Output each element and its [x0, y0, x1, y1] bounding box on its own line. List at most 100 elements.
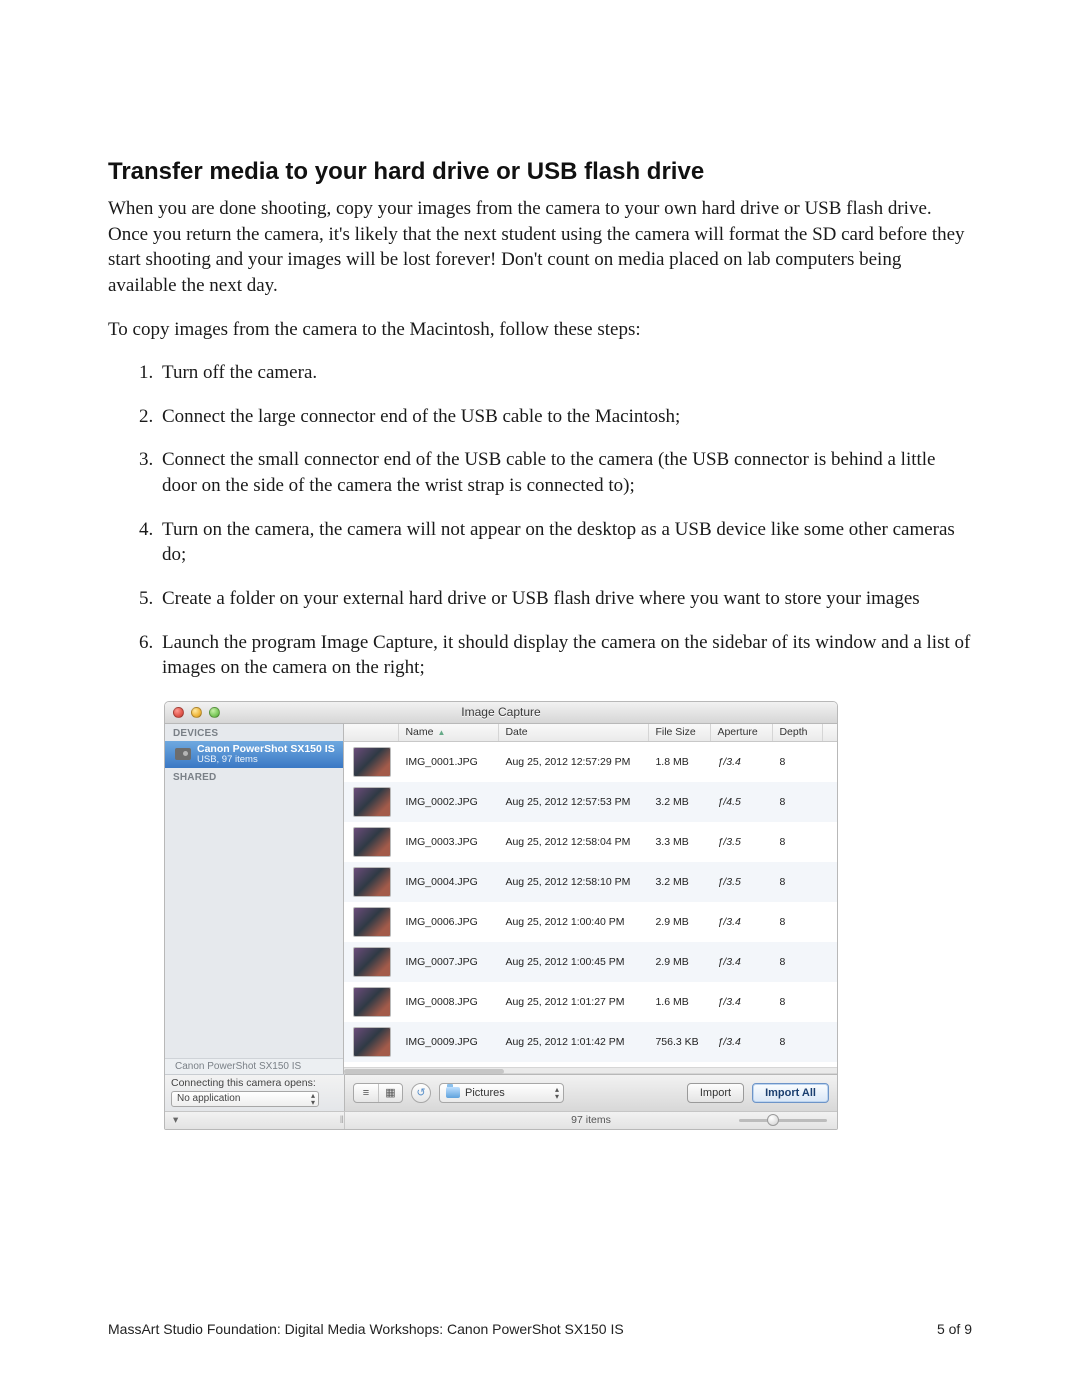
sort-asc-icon: ▲ — [437, 728, 445, 737]
cell-name: IMG_0006.JPG — [399, 916, 499, 928]
step-item: Create a folder on your external hard dr… — [158, 586, 972, 612]
connect-opens-label: Connecting this camera opens: — [171, 1077, 338, 1089]
cell-name: IMG_0002.JPG — [399, 796, 499, 808]
cell-date: Aug 25, 2012 1:01:27 PM — [499, 996, 649, 1008]
destination-select[interactable]: Pictures ▴▾ — [439, 1083, 564, 1103]
cell-aperture: ƒ/4.5 — [711, 796, 773, 808]
cell-size: 3.2 MB — [649, 796, 711, 808]
cell-date: Aug 25, 2012 12:57:29 PM — [499, 756, 649, 768]
table-row[interactable]: IMG_0004.JPGAug 25, 2012 12:58:10 PM3.2 … — [344, 862, 837, 902]
table-row[interactable]: IMG_0001.JPGAug 25, 2012 12:57:29 PM1.8 … — [344, 742, 837, 782]
cell-depth: 8 — [773, 1036, 823, 1048]
cell-aperture: ƒ/3.4 — [711, 916, 773, 928]
cell-name: IMG_0001.JPG — [399, 756, 499, 768]
col-depth[interactable]: Depth — [773, 724, 823, 741]
cell-size: 1.6 MB — [649, 996, 711, 1008]
cell-depth: 8 — [773, 956, 823, 968]
camera-icon — [175, 748, 191, 760]
list-view-icon[interactable]: ≡ — [354, 1084, 378, 1102]
sidebar-section-devices: DEVICES — [165, 724, 343, 741]
thumbnail-icon — [353, 947, 391, 977]
view-toggle[interactable]: ≡ ▦ — [353, 1083, 403, 1103]
thumbnail-icon — [353, 987, 391, 1017]
resize-grip-icon[interactable]: ‖ — [340, 1114, 344, 1126]
cell-size: 3.2 MB — [649, 876, 711, 888]
cell-size: 2.9 MB — [649, 956, 711, 968]
connect-opens-select[interactable]: No application ▴▾ — [171, 1091, 319, 1107]
step-item: Turn off the camera. — [158, 360, 972, 386]
thumbnail-icon — [353, 827, 391, 857]
sidebar-toggle-icon[interactable]: ▾ — [173, 1114, 178, 1126]
connect-opens-value: No application — [177, 1093, 240, 1104]
sidebar-item-camera[interactable]: Canon PowerShot SX150 IS USB, 97 items — [165, 741, 343, 768]
cell-aperture: ƒ/3.5 — [711, 876, 773, 888]
stepper-icon: ▴▾ — [555, 1086, 559, 1100]
thumbnail-icon — [353, 787, 391, 817]
footer-right: 5 of 9 — [937, 1321, 972, 1337]
cell-depth: 8 — [773, 996, 823, 1008]
cell-name: IMG_0003.JPG — [399, 836, 499, 848]
thumbnail-icon — [353, 867, 391, 897]
table-row[interactable]: IMG_0009.JPGAug 25, 2012 1:01:42 PM756.3… — [344, 1022, 837, 1062]
steps-list: Turn off the camera. Connect the large c… — [158, 360, 972, 681]
thumbnail-icon — [353, 1027, 391, 1057]
horizontal-scrollbar[interactable] — [344, 1067, 837, 1074]
cell-date: Aug 25, 2012 12:57:53 PM — [499, 796, 649, 808]
table-row[interactable]: IMG_0006.JPGAug 25, 2012 1:00:40 PM2.9 M… — [344, 902, 837, 942]
cell-aperture: ƒ/3.4 — [711, 1036, 773, 1048]
table-row[interactable]: IMG_0002.JPGAug 25, 2012 12:57:53 PM3.2 … — [344, 782, 837, 822]
cell-date: Aug 25, 2012 12:58:04 PM — [499, 836, 649, 848]
step-item: Connect the small connector end of the U… — [158, 447, 972, 498]
destination-label: Pictures — [465, 1087, 505, 1099]
toolbar: ≡ ▦ ↺ Pictures ▴▾ Import Import All — [345, 1074, 837, 1111]
cell-size: 1.8 MB — [649, 756, 711, 768]
import-button[interactable]: Import — [687, 1083, 744, 1103]
section-heading: Transfer media to your hard drive or USB… — [108, 158, 972, 186]
import-all-button[interactable]: Import All — [752, 1083, 829, 1103]
cell-depth: 8 — [773, 916, 823, 928]
col-file-size[interactable]: File Size — [649, 724, 711, 741]
cell-date: Aug 25, 2012 1:01:42 PM — [499, 1036, 649, 1048]
cell-name: IMG_0008.JPG — [399, 996, 499, 1008]
cell-name: IMG_0004.JPG — [399, 876, 499, 888]
footer-left: MassArt Studio Foundation: Digital Media… — [108, 1321, 624, 1337]
image-capture-window: Image Capture DEVICES Canon PowerShot SX… — [164, 701, 838, 1130]
thumbnail-icon — [353, 747, 391, 777]
sidebar-footer-device: Canon PowerShot SX150 IS — [165, 1058, 343, 1074]
table-row[interactable]: IMG_0007.JPGAug 25, 2012 1:00:45 PM2.9 M… — [344, 942, 837, 982]
cell-size: 756.3 KB — [649, 1036, 711, 1048]
col-date[interactable]: Date — [499, 724, 649, 741]
thumbnail-icon — [353, 907, 391, 937]
window-titlebar[interactable]: Image Capture — [165, 702, 837, 724]
cell-depth: 8 — [773, 796, 823, 808]
thumbnail-size-slider[interactable] — [739, 1116, 827, 1124]
column-headers: Name▲ Date File Size Aperture Depth — [344, 724, 837, 742]
stepper-icon: ▴▾ — [311, 1092, 315, 1106]
file-rows: IMG_0001.JPGAug 25, 2012 12:57:29 PM1.8 … — [344, 742, 837, 1067]
status-bar: ▾ ‖ 97 items — [165, 1111, 837, 1129]
cell-date: Aug 25, 2012 12:58:10 PM — [499, 876, 649, 888]
window-title: Image Capture — [165, 705, 837, 719]
cell-aperture: ƒ/3.4 — [711, 956, 773, 968]
cell-aperture: ƒ/3.4 — [711, 996, 773, 1008]
cell-name: IMG_0007.JPG — [399, 956, 499, 968]
step-item: Launch the program Image Capture, it sho… — [158, 630, 972, 681]
cell-size: 3.3 MB — [649, 836, 711, 848]
sidebar: DEVICES Canon PowerShot SX150 IS USB, 97… — [165, 724, 344, 1074]
step-item: Turn on the camera, the camera will not … — [158, 517, 972, 568]
col-name[interactable]: Name▲ — [399, 724, 499, 741]
grid-view-icon[interactable]: ▦ — [378, 1084, 402, 1102]
table-row[interactable]: IMG_0008.JPGAug 25, 2012 1:01:27 PM1.6 M… — [344, 982, 837, 1022]
folder-icon — [446, 1087, 460, 1098]
cell-size: 2.9 MB — [649, 916, 711, 928]
rotate-ccw-icon[interactable]: ↺ — [411, 1083, 431, 1103]
cell-name: IMG_0009.JPG — [399, 1036, 499, 1048]
cell-aperture: ƒ/3.4 — [711, 756, 773, 768]
cell-aperture: ƒ/3.5 — [711, 836, 773, 848]
cell-date: Aug 25, 2012 1:00:45 PM — [499, 956, 649, 968]
table-row[interactable]: IMG_0003.JPGAug 25, 2012 12:58:04 PM3.3 … — [344, 822, 837, 862]
col-aperture[interactable]: Aperture — [711, 724, 773, 741]
cell-depth: 8 — [773, 876, 823, 888]
cell-depth: 8 — [773, 756, 823, 768]
cell-date: Aug 25, 2012 1:00:40 PM — [499, 916, 649, 928]
